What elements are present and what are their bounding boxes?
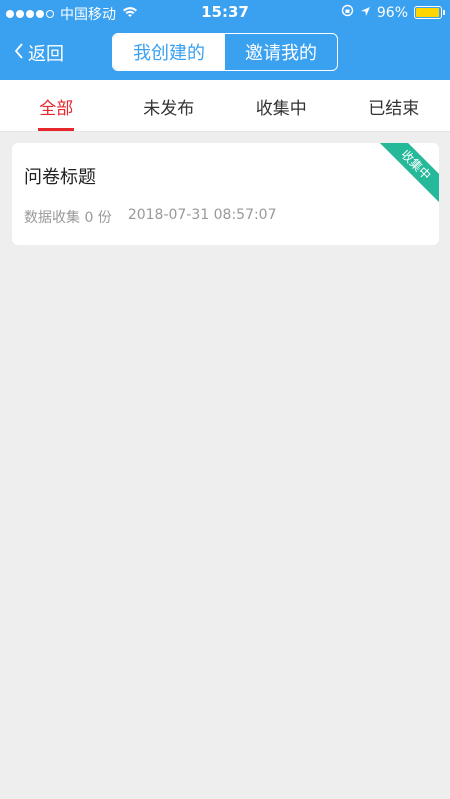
location-icon	[360, 5, 371, 21]
segment-created-by-me[interactable]: 我创建的	[113, 34, 225, 70]
chevron-left-icon	[14, 42, 24, 65]
tab-all[interactable]: 全部	[0, 80, 113, 131]
header: 中国移动 15:37 96% 返回 我创建的 邀请我的	[0, 0, 450, 80]
tab-collecting[interactable]: 收集中	[225, 80, 338, 131]
collected-count: 数据收集 0 份	[24, 210, 112, 226]
tab-unpublished[interactable]: 未发布	[113, 80, 226, 131]
segment-control: 我创建的 邀请我的	[112, 33, 338, 71]
filter-tabs: 全部 未发布 收集中 已结束	[0, 80, 450, 132]
battery-icon	[414, 6, 445, 19]
battery-percent: 96%	[376, 4, 408, 21]
segment-invited-me[interactable]: 邀请我的	[225, 34, 337, 70]
survey-card[interactable]: 问卷标题 数据收集 0 份 2018-07-31 08:57:07 收集中	[12, 143, 439, 245]
status-right: 96%	[341, 4, 445, 21]
back-button[interactable]: 返回	[14, 40, 64, 66]
tab-ended[interactable]: 已结束	[338, 80, 450, 131]
battery-level	[416, 8, 440, 17]
back-label: 返回	[28, 44, 64, 65]
status-badge: 收集中	[377, 143, 439, 205]
status-bar: 中国移动 15:37 96%	[0, 0, 450, 26]
nav-bar: 返回 我创建的 邀请我的	[0, 26, 450, 80]
survey-meta: 数据收集 0 份 2018-07-31 08:57:07	[24, 207, 277, 227]
rotation-lock-icon	[341, 4, 354, 21]
status-badge-label: 收集中	[377, 143, 439, 204]
survey-title: 问卷标题	[24, 167, 96, 188]
survey-timestamp: 2018-07-31 08:57:07	[127, 207, 277, 223]
